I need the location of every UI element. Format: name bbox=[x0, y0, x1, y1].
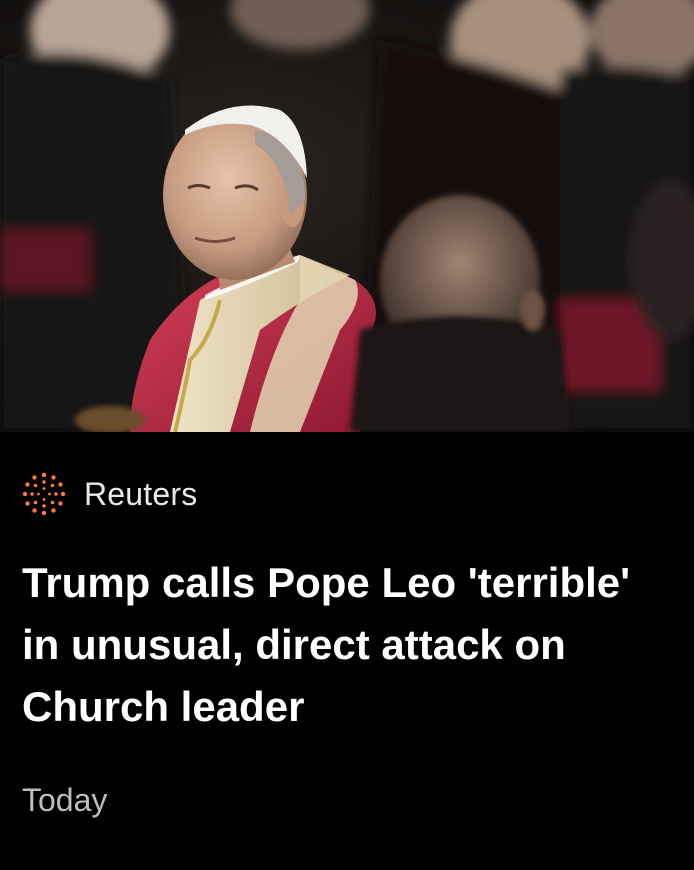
news-card[interactable]: Reuters Trump calls Pope Leo 'terrible' … bbox=[0, 0, 694, 870]
publish-date: Today bbox=[22, 782, 108, 818]
reuters-logo-icon bbox=[22, 472, 66, 516]
article-headline[interactable]: Trump calls Pope Leo 'terrible' in unusu… bbox=[22, 552, 662, 738]
article-photo bbox=[0, 0, 694, 432]
article-image[interactable] bbox=[0, 0, 694, 432]
article-details: Reuters Trump calls Pope Leo 'terrible' … bbox=[0, 432, 694, 870]
source-name: Reuters bbox=[84, 476, 198, 512]
source-row[interactable]: Reuters bbox=[22, 472, 197, 516]
